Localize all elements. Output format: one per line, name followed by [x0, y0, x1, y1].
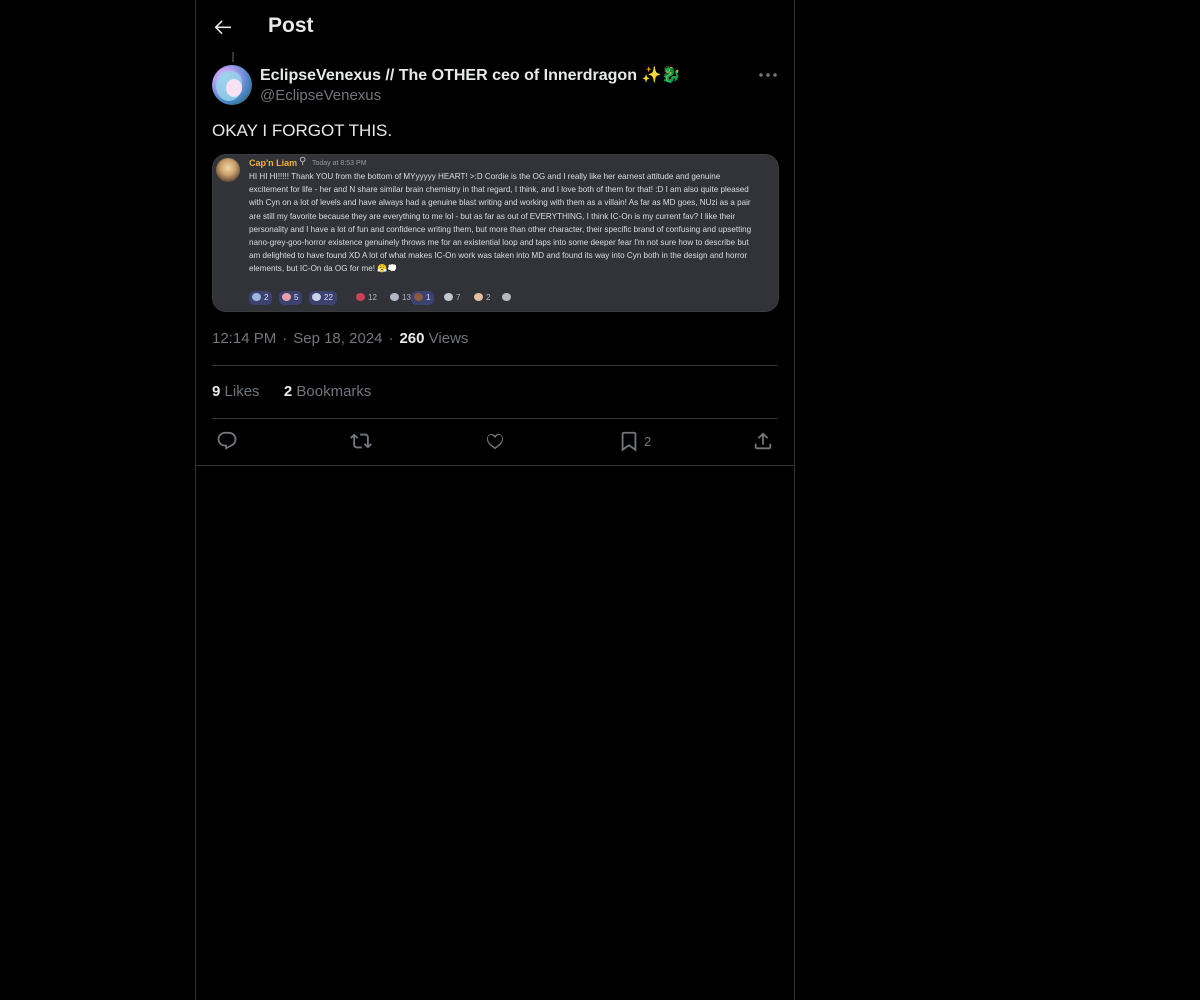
- post-date[interactable]: Sep 18, 2024: [293, 330, 382, 347]
- reaction-chip: 22: [309, 291, 337, 305]
- share-button[interactable]: [752, 430, 776, 454]
- bookmark-count: 2: [644, 434, 652, 449]
- repost-button[interactable]: [350, 430, 374, 454]
- reaction-chip: 2: [249, 291, 273, 305]
- reaction-emoji-icon: [474, 293, 483, 301]
- reaction-emoji-icon: [444, 293, 453, 301]
- post-header: Post: [196, 0, 794, 53]
- engagement-stats: 9 Likes 2 Bookmarks: [212, 383, 371, 400]
- add-reaction-chip: [499, 291, 518, 305]
- bookmark-button[interactable]: [618, 430, 642, 454]
- divider: [212, 365, 778, 366]
- reaction-emoji-icon: [312, 293, 321, 301]
- reaction-chip: 7: [441, 291, 464, 305]
- embedded-username: Cap'n Liam: [249, 158, 298, 168]
- post-column: Post EclipseVenexus // The OTHER ceo of …: [195, 0, 795, 1000]
- sparkles-emoji: ✨: [641, 65, 662, 84]
- dragon-emoji: 🐉: [661, 65, 682, 84]
- more-icon: [759, 73, 777, 77]
- embedded-timestamp: Today at 8:53 PM: [312, 160, 367, 167]
- author-handle[interactable]: @EclipseVenexus: [260, 87, 381, 104]
- reaction-chip: 5: [279, 291, 303, 305]
- reaction-emoji-icon: [390, 293, 399, 301]
- reaction-chip: 1: [411, 291, 435, 305]
- bookmark-icon: [621, 431, 637, 452]
- reaction-chip: 12: [353, 291, 381, 305]
- attached-image[interactable]: Cap'n Liam ⚲ Today at 8:53 PM HI HI HI!!…: [212, 154, 779, 312]
- reaction-chip: 2: [471, 291, 494, 305]
- divider: [196, 465, 794, 466]
- reaction-emoji-icon: [252, 293, 261, 301]
- views-count: 260: [399, 330, 425, 347]
- like-icon: [486, 434, 504, 450]
- embedded-user-avatar: [216, 158, 240, 182]
- more-options-button[interactable]: [756, 64, 780, 86]
- avatar[interactable]: [212, 65, 252, 105]
- back-button[interactable]: [211, 15, 235, 39]
- reply-icon: [217, 431, 237, 450]
- author-name-text: EclipseVenexus // The OTHER ceo of Inner…: [260, 67, 637, 84]
- repost-icon: [350, 433, 372, 449]
- likes-stat[interactable]: 9 Likes: [212, 383, 260, 400]
- reaction-emoji-icon: [414, 293, 423, 301]
- share-icon: [754, 432, 772, 450]
- reaction-emoji-icon: [282, 293, 291, 301]
- post-meta: 12:14 PM · Sep 18, 2024 · 260 Views: [212, 330, 469, 347]
- divider: [212, 418, 778, 419]
- views-label: Views: [428, 330, 469, 347]
- embedded-message-body: HI HI HI!!!!! Thank YOU from the bottom …: [249, 172, 752, 274]
- like-button[interactable]: [484, 430, 508, 454]
- thread-connector-line: [232, 52, 234, 62]
- reply-button[interactable]: [216, 430, 240, 454]
- tweet-text: OKAY I FORGOT THIS.: [212, 121, 393, 140]
- post-time[interactable]: 12:14 PM: [212, 330, 276, 347]
- role-icon: ⚲: [299, 156, 307, 167]
- bookmarks-stat[interactable]: 2 Bookmarks: [284, 383, 372, 400]
- reaction-emoji-icon: [356, 293, 365, 301]
- reaction-row: 2 5 22 12 13 1 7 2: [249, 291, 769, 305]
- author-display-name[interactable]: EclipseVenexus // The OTHER ceo of Inner…: [260, 65, 681, 85]
- back-arrow-icon: [214, 20, 231, 35]
- page-title: Post: [268, 14, 314, 37]
- add-reaction-icon: [502, 293, 511, 301]
